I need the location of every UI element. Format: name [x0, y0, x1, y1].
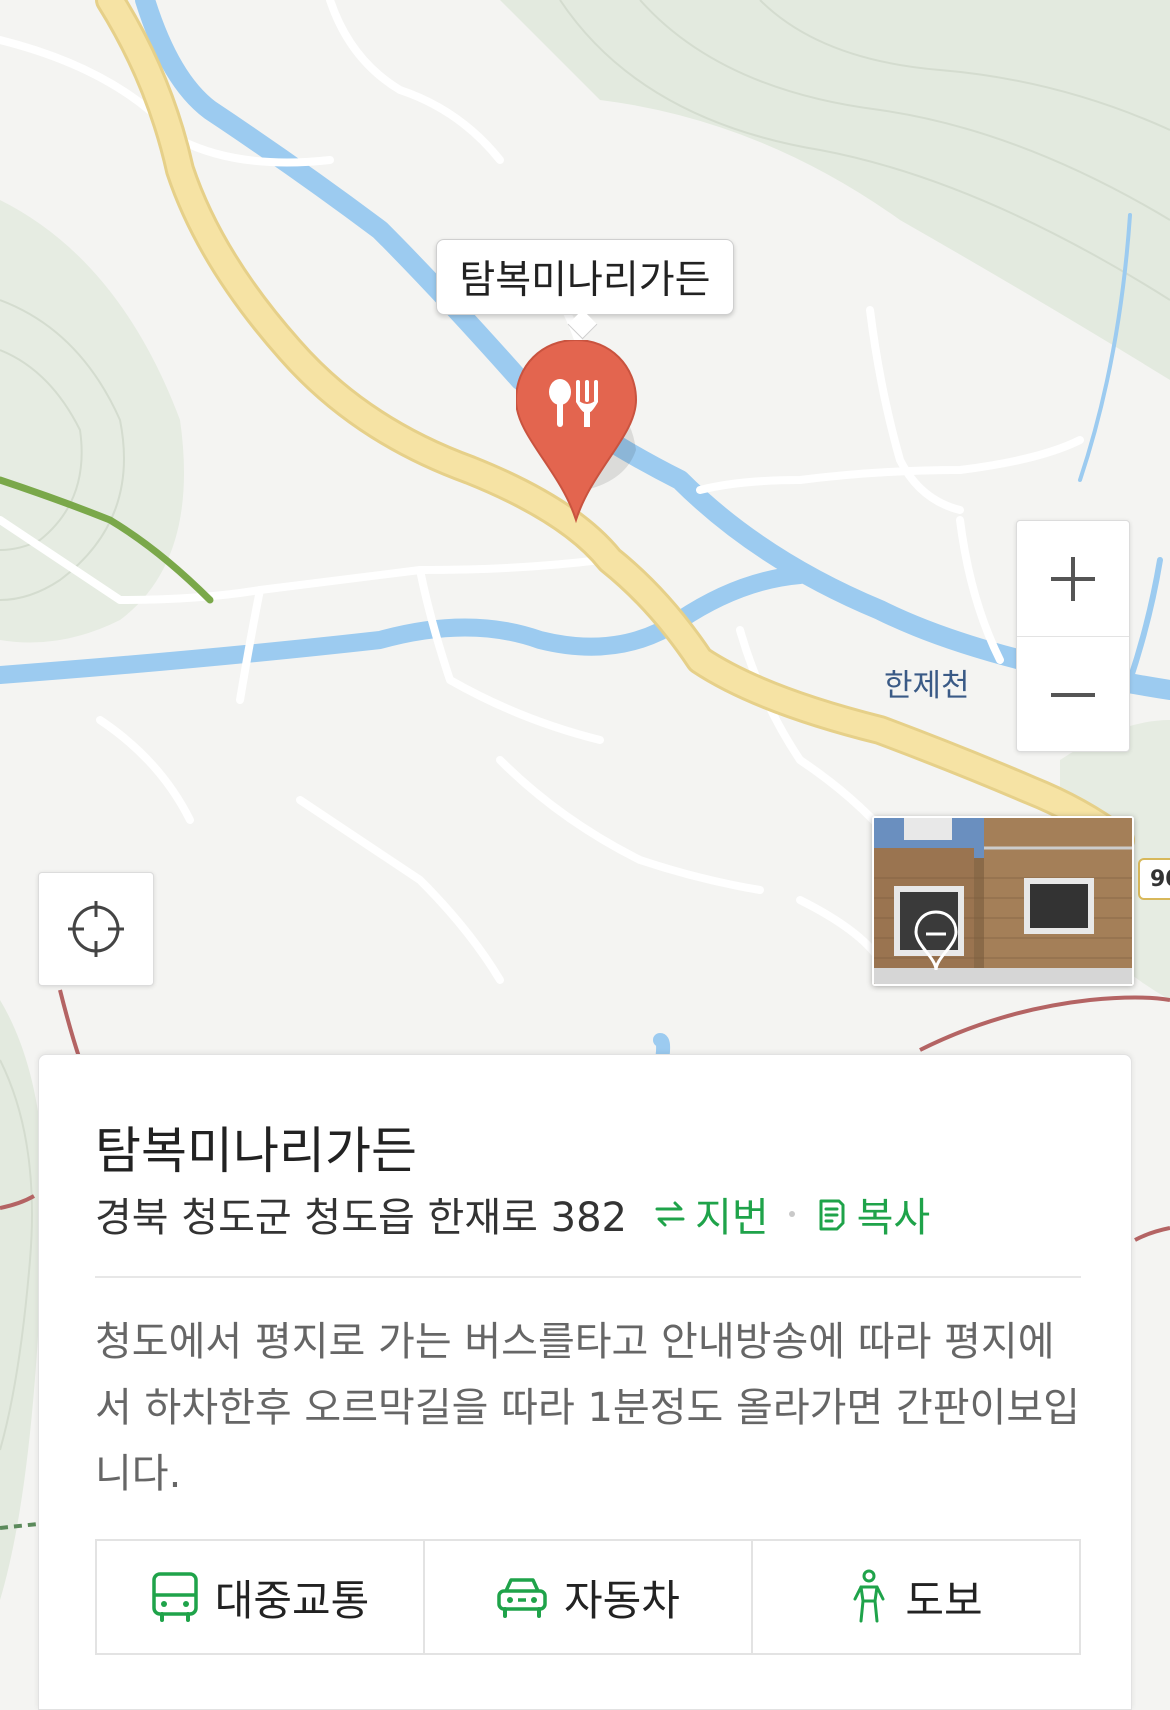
car-label: 자동차	[564, 1575, 680, 1625]
current-location-button[interactable]	[38, 872, 154, 986]
zoom-in-button[interactable]	[1017, 521, 1129, 636]
jibun-toggle-button[interactable]: 지번	[653, 1185, 769, 1243]
place-description: 청도에서 평지로 가는 버스를타고 안내방송에 따라 평지에서 하차한후 오르막…	[95, 1319, 1080, 1497]
street-view-thumbnail[interactable]	[872, 816, 1134, 986]
jibun-label: 지번	[695, 1195, 769, 1241]
transit-directions-button[interactable]: 대중교통	[97, 1541, 423, 1653]
marker-callout[interactable]: 탐복미나리가든	[436, 239, 734, 315]
place-name: 탐복미나리가든	[95, 1122, 417, 1180]
crosshair-icon	[68, 901, 124, 957]
marker-label: 탐복미나리가든	[459, 258, 711, 303]
car-directions-button[interactable]: 자동차	[423, 1541, 751, 1653]
restaurant-marker[interactable]	[516, 340, 652, 525]
walk-icon	[853, 1569, 885, 1623]
zoom-control	[1016, 520, 1130, 752]
walk-directions-button[interactable]: 도보	[751, 1541, 1079, 1653]
copy-address-button[interactable]: 복사	[815, 1185, 931, 1243]
separator-dot	[788, 1211, 795, 1217]
transit-label: 대중교통	[214, 1575, 370, 1625]
river-label: 한제천	[884, 668, 970, 704]
walk-label: 도보	[905, 1575, 983, 1625]
divider	[95, 1276, 1081, 1278]
road-address: 경북 청도군 청도읍 한재로 382	[95, 1195, 628, 1241]
road-number-badge: 90	[1138, 858, 1170, 900]
minus-icon	[1051, 692, 1095, 697]
plus-icon	[1051, 556, 1095, 601]
copy-label: 복사	[856, 1195, 931, 1241]
place-info-card: 탐복미나리가든 경북 청도군 청도읍 한재로 382 지번 복사 청도에서 평지…	[38, 1054, 1132, 1710]
swap-arrows-icon	[655, 1201, 685, 1227]
street-view-photo	[874, 818, 1132, 984]
copy-document-icon	[819, 1199, 845, 1231]
address-row: 경북 청도군 청도읍 한재로 382 지번 복사	[95, 1185, 930, 1243]
zoom-out-button[interactable]	[1017, 636, 1129, 752]
car-icon	[497, 1578, 547, 1618]
directions-buttons: 대중교통 자동차 도보	[95, 1539, 1081, 1655]
bus-icon	[151, 1572, 198, 1622]
